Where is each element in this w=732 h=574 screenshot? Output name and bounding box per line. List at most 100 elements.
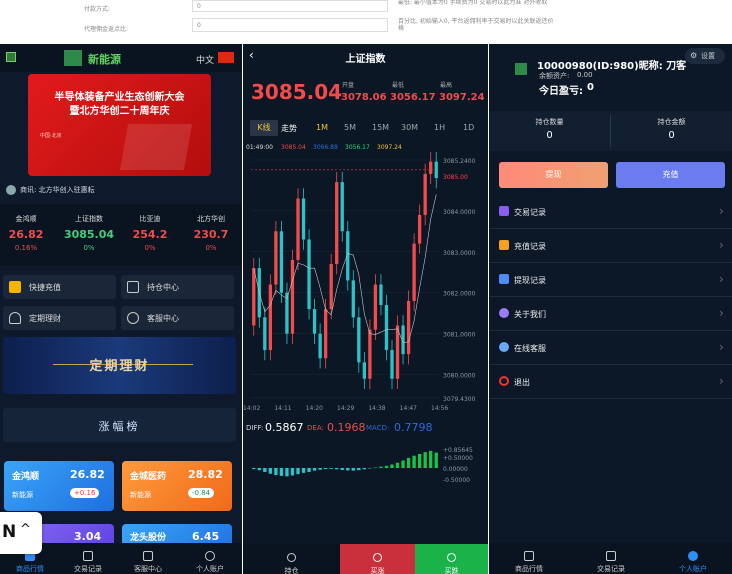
diff-value: 0.5867 [265,421,304,434]
y-tick-label: 3084.0000 [443,209,476,216]
macd-tick-label: +0.50000 [443,455,473,462]
notice-icon [6,185,16,195]
logo-icon [64,50,82,66]
balance-label: 余额资产: [539,72,570,80]
nav-account[interactable]: 个人账户 [182,545,238,574]
high-label: 最高 [440,82,453,89]
avatar [515,63,527,75]
macd-bar [373,467,378,469]
menu-online-service[interactable]: 在线客服 › [489,331,732,365]
card-tag: 新能源 [130,491,151,499]
x-tick-label: 14:38 [368,405,385,412]
candle [263,317,267,351]
card-name: 龙头股份 [130,533,167,543]
customer-service-button[interactable]: 客服中心 [121,306,234,330]
tab-kline[interactable]: K线 [250,120,278,136]
candlestick-chart[interactable]: 3085.2400 3084.0000 3083.0000 3082.0000 3081… [243,152,488,412]
card-price: 3.04 [74,530,102,543]
tab-1h[interactable]: 1H [434,123,445,132]
menu-recharge-records[interactable]: 充值记录 › [489,229,732,263]
position-center-button[interactable]: 持仓中心 [121,275,234,299]
tab-30m[interactable]: 30M [401,123,418,132]
nav-service[interactable]: 客服中心 [122,545,174,574]
buy-up-button[interactable]: 买涨 [340,544,415,574]
nav-records[interactable]: 交易记录 [581,545,641,574]
nav-account[interactable]: 个人账户 [663,545,723,574]
nav-records[interactable]: 交易记录 [62,545,114,574]
quote-price: 3085.04 [63,228,115,241]
macd-bar [307,468,311,472]
recharge-button[interactable]: 充值 [616,162,725,188]
chevron-right-icon: › [719,272,724,286]
candle [279,231,284,293]
pos-amt-label: 持仓金额 [657,118,686,126]
fixed-finance-button[interactable]: 定期理财 [3,306,116,330]
chevron-right-icon: › [719,340,724,354]
y-tick-label: 3080.0000 [443,373,476,380]
document-icon [83,550,93,561]
macd-bar [423,452,427,468]
settings-form-strip: 付款方式: 0 最低: 最小值本为0 手续费为0 交易时以此为准 对外收取 代理… [68,0,732,44]
menu-trade-records[interactable]: 交易记录 › [489,195,732,229]
finance-promo-banner[interactable]: 定期理财 [3,337,236,394]
quote-change: 0% [144,244,156,252]
card-price: 26.82 [70,468,105,481]
withdraw-button[interactable]: 提现 [499,162,608,188]
quote-name: 金鸿顺 [15,215,37,223]
promo-title: 定期理财 [89,359,150,374]
menu-withdraw-records[interactable]: 提现记录 › [489,263,732,297]
macd-bar [379,466,383,468]
row1-label: 付款方式: [84,6,111,13]
quote-change: 0% [205,244,217,252]
stock-card[interactable]: 金鸿顺 26.82 新能源 +0.16 [4,461,114,511]
chevron-right-icon: › [719,374,724,388]
banner-sub: 中国·北京 [40,133,62,139]
macd-bar [312,468,317,471]
ranking-header[interactable]: 涨幅榜 [3,408,236,442]
pnl-value: 0 [587,82,594,93]
tab-1m[interactable]: 1M [316,123,328,132]
menu-label: 提现记录 [514,276,546,285]
tab-1d[interactable]: 1D [463,123,474,132]
macd-bar [351,468,355,471]
floating-badge[interactable]: N ^ [0,512,42,554]
field-1[interactable]: 0 [192,0,388,12]
button-label: 持仓 [284,567,299,574]
buy-down-button[interactable]: 买跌 [415,544,488,574]
y-tick-label: 3082.0000 [443,291,476,298]
china-flag-icon[interactable] [218,52,234,63]
macd-bar [395,462,400,468]
settings-button[interactable]: ⚙ 设置 [685,48,725,64]
candle [335,182,339,265]
pos-amt-value: 0 [668,130,675,141]
menu-label: 持仓中心 [147,283,179,292]
candle [390,350,394,379]
stock-card[interactable]: 金城医药 28.82 新能源 -0.84 [122,461,232,511]
tab-15m[interactable]: 15M [372,123,389,132]
menu-logout[interactable]: 退出 › [489,365,732,399]
banner-title-2: 暨北方华创二十周年庆 [69,106,170,117]
notice-text[interactable]: 商讯: 北方华创入驻惠耘 [20,185,95,195]
candle [296,198,300,260]
user-icon [499,308,509,318]
macd-bar [429,450,433,468]
macd-bar [329,468,333,469]
macd-bar [274,468,278,476]
position-button[interactable]: 持仓 [243,544,340,574]
menu-about-us[interactable]: 关于我们 › [489,297,732,331]
field-2[interactable]: 0 [192,18,388,32]
tab-5m[interactable]: 5M [344,123,356,132]
ranking-title: 涨幅榜 [98,420,141,433]
quick-recharge-button[interactable]: 快捷充值 [3,275,116,299]
language-switch[interactable]: 中文 [196,53,214,66]
power-icon [499,376,509,386]
x-tick-label: 14:47 [400,405,417,412]
nav-market[interactable]: 商品行情 [499,545,559,574]
card-delta: -0.84 [188,488,215,498]
macd-bar [384,465,389,468]
banner[interactable]: 半导体装备产业生态创新大会 暨北方华创二十周年庆 中国·北京 [28,74,211,176]
macd-bar [268,468,273,474]
candle [373,284,378,330]
tab-trend[interactable]: 走势 [281,123,297,134]
card-name: 金鸿顺 [12,472,40,482]
